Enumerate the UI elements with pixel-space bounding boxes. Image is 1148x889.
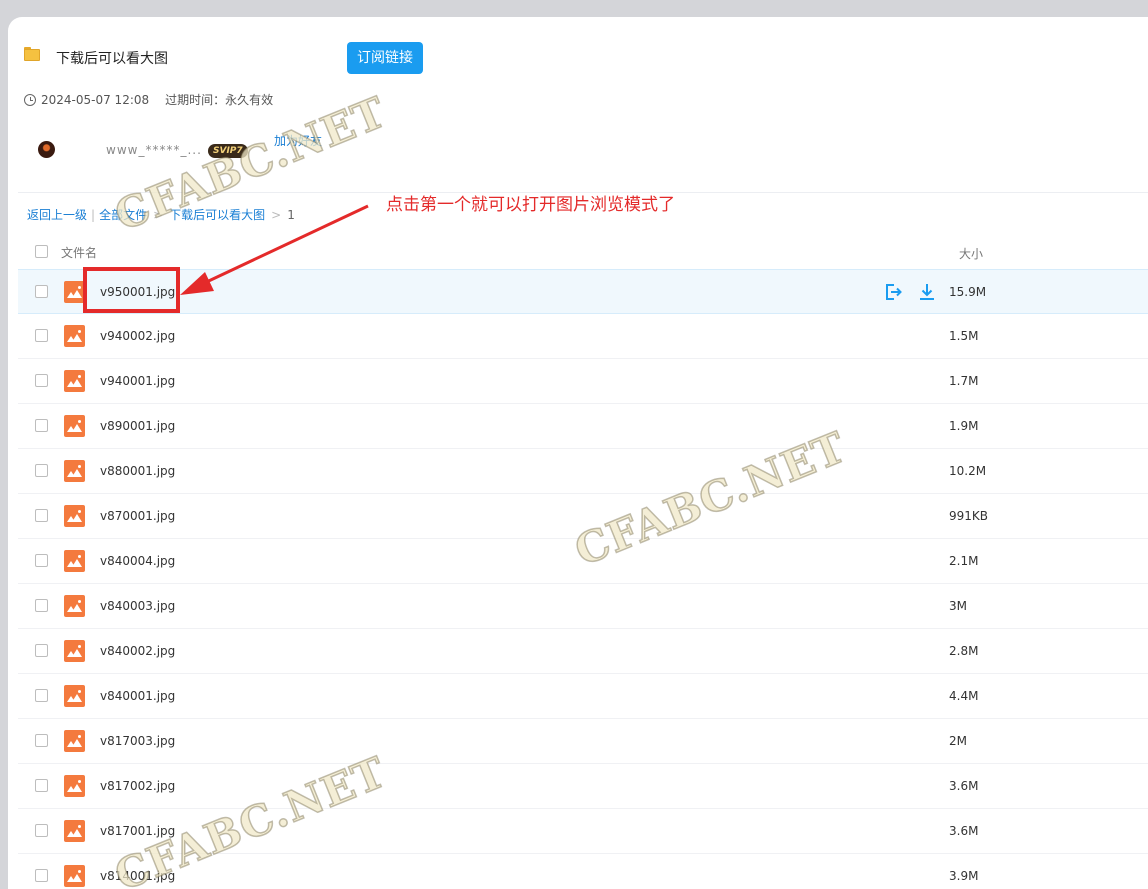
share-timestamp: 2024-05-07 12:08 xyxy=(41,92,150,107)
expire-info: 过期时间：永久有效 xyxy=(165,93,274,107)
file-name[interactable]: v840004.jpg xyxy=(100,554,175,568)
row-actions xyxy=(883,282,937,302)
file-size: 2.8M xyxy=(949,644,979,658)
image-file-icon xyxy=(64,505,85,527)
file-checkbox[interactable] xyxy=(35,464,48,477)
file-checkbox[interactable] xyxy=(35,419,48,432)
file-size: 1.9M xyxy=(949,419,979,433)
file-size: 10.2M xyxy=(949,464,987,478)
share-meta: 2024-05-07 12:08 过期时间：永久有效 xyxy=(24,91,273,108)
download-icon[interactable] xyxy=(917,282,937,302)
annotation-highlight-box xyxy=(83,267,180,313)
image-file-icon xyxy=(64,865,85,887)
select-all-checkbox[interactable] xyxy=(35,245,48,258)
file-size: 2.1M xyxy=(949,554,979,568)
file-checkbox[interactable] xyxy=(35,509,48,522)
file-checkbox[interactable] xyxy=(35,869,48,882)
image-file-icon xyxy=(64,370,85,392)
image-file-icon xyxy=(64,550,85,572)
file-list-header: 文件名 大小 xyxy=(18,235,1148,269)
file-checkbox[interactable] xyxy=(35,599,48,612)
image-file-icon xyxy=(64,640,85,662)
file-checkbox[interactable] xyxy=(35,644,48,657)
breadcrumb-back[interactable]: 返回上一级 xyxy=(27,206,87,223)
file-name[interactable]: v840001.jpg xyxy=(100,689,175,703)
image-file-icon xyxy=(64,460,85,482)
file-row[interactable]: v890001.jpg 1.9M xyxy=(18,404,1148,449)
file-size: 3.6M xyxy=(949,824,979,838)
file-size: 2M xyxy=(949,734,967,748)
file-checkbox[interactable] xyxy=(35,554,48,567)
file-name[interactable]: v940002.jpg xyxy=(100,329,175,343)
file-checkbox[interactable] xyxy=(35,329,48,342)
folder-icon xyxy=(24,47,40,61)
file-name[interactable]: v817002.jpg xyxy=(100,779,175,793)
file-name[interactable]: v940001.jpg xyxy=(100,374,175,388)
avatar[interactable] xyxy=(38,141,55,158)
save-to-drive-icon[interactable] xyxy=(883,282,903,302)
file-size: 3M xyxy=(949,599,967,613)
clock-icon xyxy=(24,93,36,106)
sharer-username: www_*****_... xyxy=(106,143,202,157)
image-file-icon xyxy=(64,415,85,437)
file-name[interactable]: v840003.jpg xyxy=(100,599,175,613)
subscribe-link-button[interactable]: 订阅链接 xyxy=(347,42,423,74)
file-row[interactable]: v950001.jpg 15.9M xyxy=(18,269,1148,314)
image-file-icon xyxy=(64,325,85,347)
breadcrumb-separator: > xyxy=(271,207,282,222)
breadcrumb-current: 1 xyxy=(287,207,295,222)
annotation-text: 点击第一个就可以打开图片浏览模式了 xyxy=(386,195,675,215)
image-file-icon xyxy=(64,281,85,303)
breadcrumb-separator: | xyxy=(91,207,96,222)
file-row[interactable]: v840002.jpg 2.8M xyxy=(18,629,1148,674)
file-size: 4.4M xyxy=(949,689,979,703)
image-file-icon xyxy=(64,595,85,617)
image-file-icon xyxy=(64,730,85,752)
file-name[interactable]: v870001.jpg xyxy=(100,509,175,523)
file-size: 1.7M xyxy=(949,374,979,388)
image-file-icon xyxy=(64,820,85,842)
file-checkbox[interactable] xyxy=(35,734,48,747)
file-size: 991KB xyxy=(949,509,989,523)
file-checkbox[interactable] xyxy=(35,824,48,837)
file-checkbox[interactable] xyxy=(35,285,48,298)
image-file-icon xyxy=(64,775,85,797)
file-row[interactable]: v880001.jpg 10.2M xyxy=(18,449,1148,494)
file-checkbox[interactable] xyxy=(35,779,48,792)
file-row[interactable]: v940001.jpg 1.7M xyxy=(18,359,1148,404)
folder-title: 下载后可以看大图 xyxy=(56,51,168,67)
share-panel: 下载后可以看大图 订阅链接 2024-05-07 12:08 过期时间：永久有效… xyxy=(8,17,1148,889)
file-size: 15.9M xyxy=(949,285,987,299)
file-name[interactable]: v840002.jpg xyxy=(100,644,175,658)
file-checkbox[interactable] xyxy=(35,374,48,387)
file-row[interactable]: v840003.jpg 3M xyxy=(18,584,1148,629)
image-file-icon xyxy=(64,685,85,707)
file-row[interactable]: v940002.jpg 1.5M xyxy=(18,314,1148,359)
file-name[interactable]: v880001.jpg xyxy=(100,464,175,478)
file-checkbox[interactable] xyxy=(35,689,48,702)
column-header-filename[interactable]: 文件名 xyxy=(61,244,97,261)
file-name[interactable]: v890001.jpg xyxy=(100,419,175,433)
file-name[interactable]: v817003.jpg xyxy=(100,734,175,748)
column-header-size[interactable]: 大小 xyxy=(959,245,983,262)
file-list: v950001.jpg 15.9M v940002.jpg 1.5M v940001.j… xyxy=(18,269,1148,889)
file-size: 3.9M xyxy=(949,869,979,883)
file-row[interactable]: v817002.jpg 3.6M xyxy=(18,764,1148,809)
file-row[interactable]: v817003.jpg 2M xyxy=(18,719,1148,764)
file-size: 3.6M xyxy=(949,779,979,793)
file-row[interactable]: v840001.jpg 4.4M xyxy=(18,674,1148,719)
file-size: 1.5M xyxy=(949,329,979,343)
